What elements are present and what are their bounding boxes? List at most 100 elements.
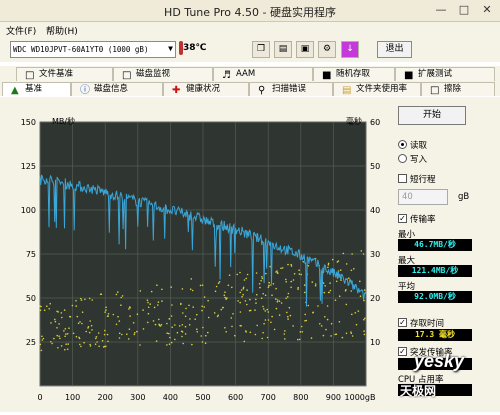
y-left-tick-label: 125: [21, 162, 36, 171]
access-time-dot: [292, 325, 294, 327]
access-time-dot: [249, 331, 252, 334]
menu-help[interactable]: 帮助(H): [46, 24, 78, 37]
access-time-dot: [220, 308, 223, 311]
access-time-dot: [345, 332, 348, 335]
access-time-dot: [171, 304, 173, 306]
access-time-dot: [191, 289, 194, 292]
access-time-dot: [189, 318, 191, 320]
download-button[interactable]: ↓: [341, 41, 359, 58]
transfer-rate-checkbox[interactable]: ✓: [398, 214, 407, 223]
access-time-dot: [75, 300, 77, 302]
tab-erase[interactable]: □ 擦除: [421, 82, 495, 96]
download-icon: ↓: [346, 44, 354, 54]
access-time-dot: [243, 279, 246, 281]
benchmark-chart-svg: 0 100 200 300 400 500 600 700 800 900 1000gB 25 50 75…: [21, 116, 380, 402]
copy-info-button[interactable]: ❐: [252, 41, 270, 58]
access-time-dot: [275, 287, 277, 290]
access-time-dot: [244, 300, 247, 302]
drive-select[interactable]: WDC WD10JPVT-60A1YT0 (1000 gB) ▼: [10, 41, 176, 58]
minimize-button[interactable]: —: [430, 3, 452, 18]
tab-file-benchmark[interactable]: □ 文件基准: [16, 67, 113, 81]
access-time-dot: [303, 291, 306, 294]
access-time-dot: [350, 331, 352, 333]
access-time-dot: [205, 334, 207, 337]
access-time-dot: [181, 335, 183, 338]
x-tick-label: 1000gB: [345, 393, 376, 402]
x-tick-label: 200: [98, 393, 113, 402]
tab-disk-info[interactable]: ⓘ 磁盘信息: [71, 82, 163, 96]
access-time-dot: [201, 309, 203, 312]
access-time-dot: [128, 328, 131, 330]
access-time-dot: [147, 306, 150, 309]
access-time-dot: [118, 320, 121, 322]
access-time-dot: [290, 280, 293, 283]
tab-benchmark[interactable]: ▲ 基准: [2, 82, 71, 96]
x-tick-label: 0: [37, 393, 42, 402]
access-time-dot: [307, 265, 310, 267]
access-time-dot: [289, 314, 292, 317]
access-time-dot: [243, 340, 246, 343]
access-time-dot: [288, 306, 291, 309]
save-button[interactable]: ▣: [296, 41, 314, 58]
access-time-dot: [304, 313, 307, 316]
y-right-tick-label: 20: [370, 294, 380, 303]
access-time-dot: [255, 272, 258, 274]
access-time-dot: [117, 315, 119, 318]
access-time-dot: [60, 312, 63, 314]
options-button[interactable]: ⚙: [318, 41, 336, 58]
x-tick-label: 800: [293, 393, 308, 402]
short-stroke-checkbox[interactable]: [398, 174, 407, 183]
access-time-dot: [168, 343, 171, 345]
menu-file[interactable]: 文件(F): [6, 24, 36, 37]
access-time-dot: [207, 299, 209, 302]
access-time-dot: [319, 323, 321, 325]
write-radio[interactable]: [398, 154, 407, 163]
tab-health[interactable]: ✚ 健康状况: [163, 82, 249, 96]
access-time-dot: [340, 279, 342, 281]
short-stroke-input[interactable]: 40: [398, 189, 448, 205]
tab-row-1: □ 文件基准 □ 磁盘监视 ♬ AAM ■ 随机存取 ■ 扩展测试: [0, 66, 500, 81]
close-button[interactable]: ✕: [476, 3, 498, 18]
access-time-dot: [240, 289, 243, 291]
access-time-dot: [234, 334, 236, 337]
y-right-axis-label: 毫秒: [346, 116, 362, 126]
burst-rate-checkbox[interactable]: ✓: [398, 347, 407, 356]
access-time-dot: [225, 331, 227, 333]
access-time-dot: [39, 343, 42, 346]
access-time-dot: [50, 322, 52, 324]
access-time-dot: [224, 327, 226, 329]
start-button[interactable]: 开始: [398, 106, 466, 125]
access-time-dot: [69, 315, 71, 318]
access-time-dot: [213, 312, 216, 314]
access-time-dot: [260, 297, 263, 299]
access-time-dot: [166, 322, 168, 325]
access-time-dot: [160, 323, 163, 326]
access-time-checkbox[interactable]: ✓: [398, 318, 407, 327]
tab-folder-usage[interactable]: ▤ 文件夹使用率: [333, 82, 421, 96]
access-time-dot: [271, 294, 273, 296]
access-time-dot: [239, 311, 242, 313]
access-time-dot: [180, 330, 183, 332]
access-time-dot: [261, 276, 263, 278]
window-title: HD Tune Pro 4.50 - 硬盘实用程序: [164, 6, 336, 19]
access-time-dot: [304, 320, 306, 322]
access-time-dot: [81, 322, 83, 325]
tab-random-access[interactable]: ■ 随机存取: [313, 67, 395, 81]
tab-extra-tests[interactable]: ■ 扩展测试: [395, 67, 495, 81]
maximize-button[interactable]: □: [453, 3, 475, 18]
access-time-dot: [218, 281, 221, 283]
access-time-dot: [199, 284, 202, 287]
y-left-axis-label: MB/秒: [52, 116, 75, 126]
tab-error-scan[interactable]: ⚲ 扫描错误: [249, 82, 333, 96]
exit-button[interactable]: 退出: [377, 41, 412, 58]
access-time-dot: [115, 293, 118, 296]
tab-disk-monitor[interactable]: □ 磁盘监视: [113, 67, 213, 81]
access-time-dot: [348, 277, 350, 279]
access-time-dot: [284, 338, 286, 340]
copy-screen-button[interactable]: ▤: [274, 41, 292, 58]
tab-aam[interactable]: ♬ AAM: [213, 67, 313, 81]
access-time-dot: [275, 298, 277, 300]
access-time-dot: [101, 340, 104, 342]
read-radio[interactable]: [398, 140, 407, 149]
access-time-dot: [153, 306, 156, 309]
